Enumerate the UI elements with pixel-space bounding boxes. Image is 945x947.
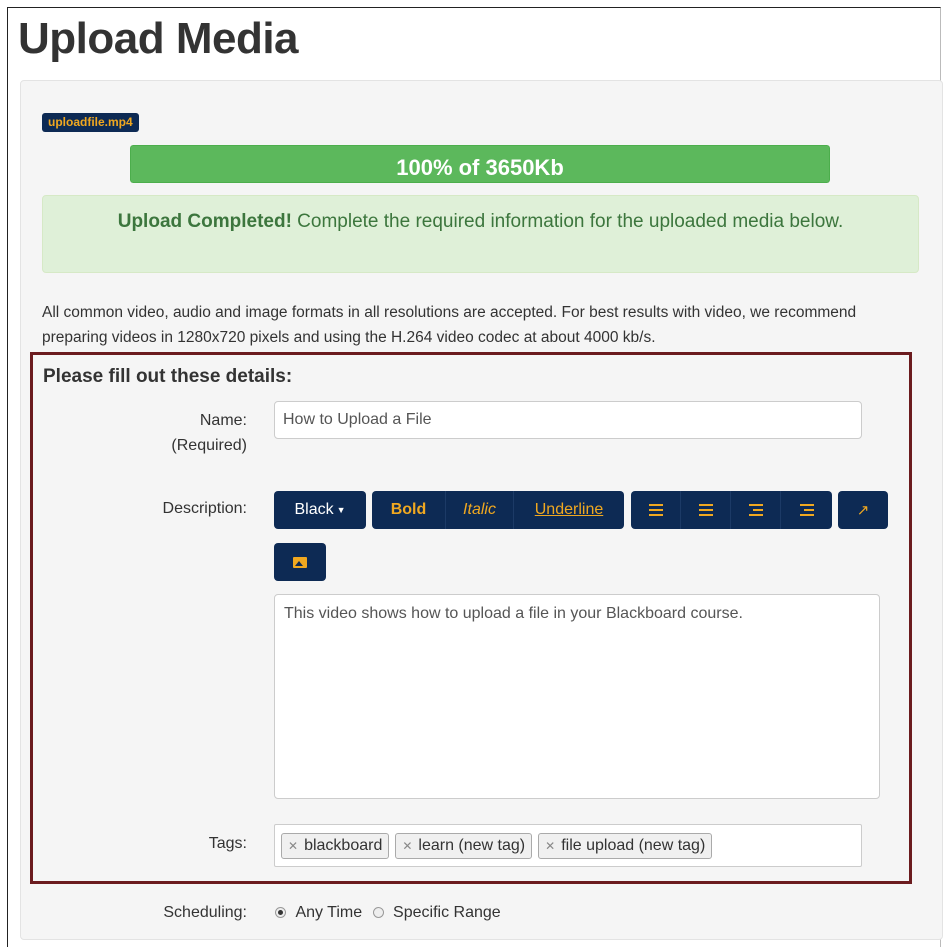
- upload-progress-bar: 100% of 3650Kb: [130, 145, 830, 183]
- upload-success-alert: Upload Completed! Complete the required …: [42, 195, 919, 273]
- radio-specific-range[interactable]: [372, 907, 384, 919]
- tag-item: ✕ blackboard: [281, 832, 390, 859]
- description-value: This video shows how to upload a file in…: [284, 605, 743, 622]
- alert-message: Complete the required information for th…: [291, 211, 844, 232]
- unordered-list-icon: [648, 504, 663, 516]
- remove-tag-icon[interactable]: ✕: [545, 839, 555, 853]
- description-label: Description:: [162, 500, 247, 517]
- tag-item: ✕ file upload (new tag): [538, 832, 713, 859]
- name-label: Name:: [199, 412, 247, 429]
- format-info-text: All common video, audio and image format…: [42, 304, 857, 346]
- color-dropdown-label: Black: [294, 501, 334, 518]
- name-input[interactable]: How to Upload a File: [274, 401, 862, 439]
- specific-range-label: Specific Range: [393, 904, 501, 921]
- share-icon: ↗: [856, 502, 870, 519]
- tag-label: blackboard: [304, 836, 383, 854]
- image-icon: [293, 556, 307, 568]
- outdent-icon: [748, 504, 763, 516]
- filename-badge: uploadfile.mp4: [42, 113, 139, 132]
- color-dropdown[interactable]: Black ▼: [274, 491, 366, 529]
- description-textarea[interactable]: This video shows how to upload a file in…: [274, 594, 880, 799]
- name-required-label: (Required): [171, 437, 247, 454]
- tag-label: file upload (new tag): [561, 836, 706, 854]
- underline-button[interactable]: Underline: [514, 491, 624, 529]
- share-button[interactable]: ↗: [838, 491, 888, 529]
- alert-strong: Upload Completed!: [117, 211, 292, 232]
- radio-any-time[interactable]: [275, 907, 286, 919]
- ordered-list-icon: [698, 504, 713, 516]
- tag-item: ✕ learn (new tag): [395, 832, 533, 859]
- unordered-list-button[interactable]: [631, 491, 681, 529]
- page-title: Upload Media: [18, 14, 299, 63]
- color-dropdown-button[interactable]: Black ▼: [274, 491, 366, 529]
- insert-image-button[interactable]: [274, 543, 326, 581]
- remove-tag-icon[interactable]: ✕: [288, 839, 298, 853]
- bold-button[interactable]: Bold: [372, 491, 446, 529]
- remove-tag-icon[interactable]: ✕: [402, 839, 412, 853]
- name-input-value: How to Upload a File: [283, 411, 432, 428]
- indent-button[interactable]: [781, 491, 832, 529]
- text-style-group: Bold Italic Underline: [372, 491, 624, 529]
- tag-label: learn (new tag): [418, 836, 526, 854]
- share-group: ↗: [838, 491, 888, 529]
- italic-button[interactable]: Italic: [446, 491, 514, 529]
- any-time-label: Any Time: [295, 904, 363, 921]
- scheduling-label: Scheduling:: [163, 904, 247, 921]
- tags-input[interactable]: ✕ blackboard ✕ learn (new tag) ✕ file uploa…: [274, 824, 862, 867]
- image-group: [274, 543, 326, 581]
- caret-down-icon: ▼: [336, 505, 346, 515]
- ordered-list-button[interactable]: [681, 491, 731, 529]
- tags-label: Tags:: [208, 835, 247, 852]
- list-group: [631, 491, 832, 529]
- details-title: Please fill out these details:: [43, 366, 293, 387]
- indent-icon: [799, 504, 814, 516]
- progress-text: 100% of 3650Kb: [396, 155, 564, 180]
- scheduling-options: Any Time Specific Range: [275, 904, 501, 922]
- outdent-button[interactable]: [731, 491, 781, 529]
